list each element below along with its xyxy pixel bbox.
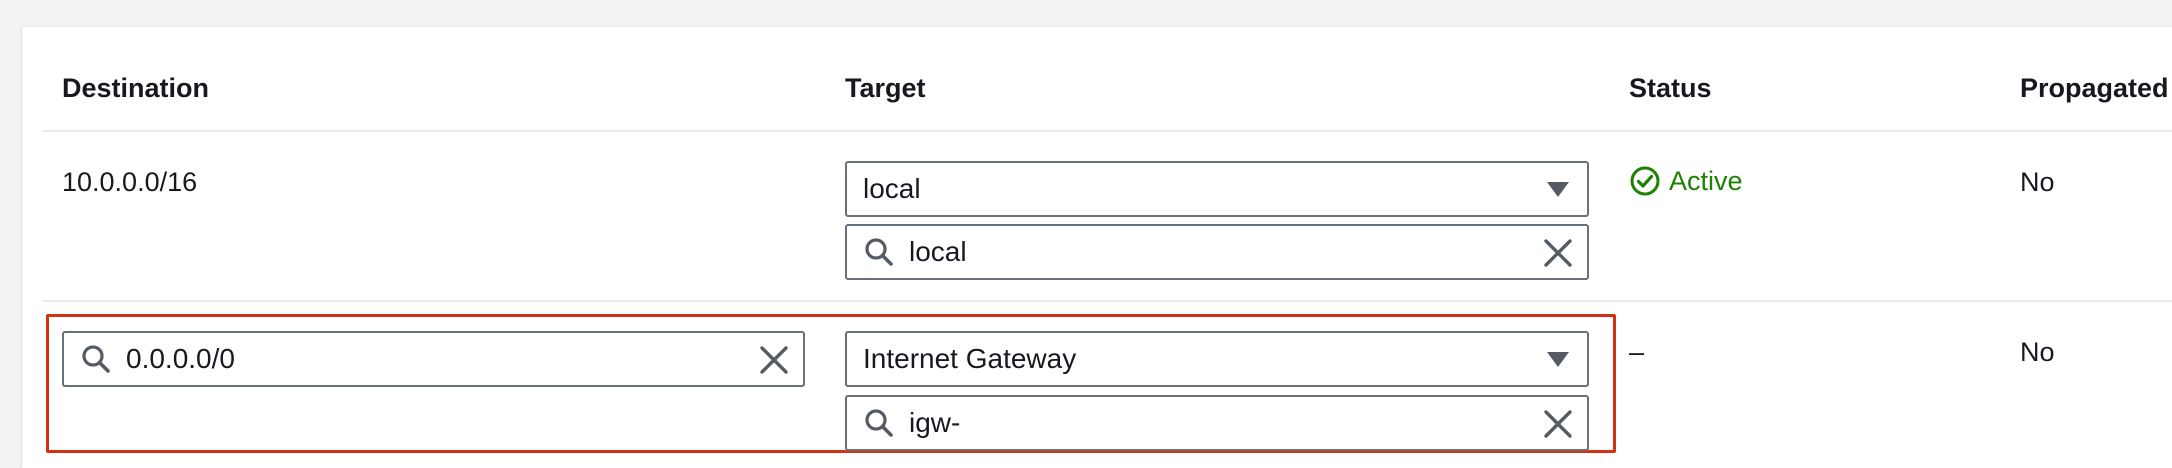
row-2-status: –	[1629, 337, 1645, 367]
caret-down-icon	[1547, 182, 1569, 197]
row-1-target-search[interactable]: local	[845, 224, 1589, 280]
row-1-target-select-value: local	[863, 173, 921, 204]
row-2-propagated: No	[2020, 337, 2055, 367]
row-1-target-search-value: local	[909, 236, 967, 267]
row-2-target-select-value: Internet Gateway	[863, 343, 1077, 374]
close-icon[interactable]	[759, 345, 789, 375]
row-2-destination-search[interactable]: 0.0.0.0/0	[62, 331, 805, 387]
close-icon[interactable]	[1543, 409, 1573, 439]
row-1-target-select[interactable]: local	[845, 161, 1589, 217]
column-header-target: Target	[845, 73, 926, 103]
row-2-target-search[interactable]: igw-	[845, 395, 1589, 451]
row-1-status-text: Active	[1669, 165, 1743, 196]
row-2-target-select[interactable]: Internet Gateway	[845, 331, 1589, 387]
column-header-propagated: Propagated	[2020, 73, 2169, 103]
column-header-destination: Destination	[62, 73, 210, 103]
caret-down-icon	[1547, 352, 1569, 367]
header-divider	[42, 130, 2172, 132]
close-icon[interactable]	[1543, 238, 1573, 268]
status-positive-icon	[1630, 166, 1660, 196]
search-icon	[865, 238, 893, 266]
row-2-destination-search-value: 0.0.0.0/0	[126, 343, 235, 374]
row-1-propagated: No	[2020, 167, 2055, 197]
row-2-target-search-value: igw-	[909, 407, 961, 438]
search-icon	[865, 409, 893, 437]
column-header-status: Status	[1629, 73, 1712, 103]
row-1-destination: 10.0.0.0/16	[62, 167, 198, 197]
row-1-status: Active	[1629, 165, 1743, 197]
search-icon	[82, 345, 110, 373]
route-table-panel: Destination Target Status Propagated 10.…	[22, 27, 2172, 468]
row-divider	[42, 300, 2172, 302]
